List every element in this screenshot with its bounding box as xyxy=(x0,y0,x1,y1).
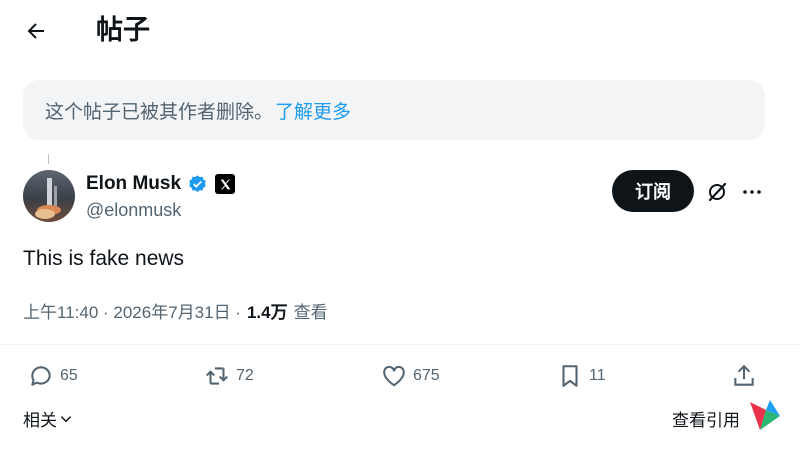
reply-count: 65 xyxy=(60,367,78,384)
arrow-left-icon xyxy=(27,23,44,39)
post-meta: 上午11:40 · 2026年7月31日 · 1.4万 查看 xyxy=(23,298,328,323)
heart-icon xyxy=(383,365,405,387)
view-quotes-link[interactable]: 查看引用 xyxy=(672,406,740,431)
share-icon xyxy=(734,364,754,386)
bookmark-button[interactable]: 11 xyxy=(557,362,606,390)
rocket-image-icon xyxy=(35,178,61,219)
post-timestamp[interactable]: 上午11:40 · 2026年7月31日 · xyxy=(23,298,241,323)
deleted-notice: 这个帖子已被其作者删除。 了解更多 xyxy=(23,80,765,140)
author-name[interactable]: Elon Musk xyxy=(86,173,181,195)
back-button[interactable] xyxy=(18,13,54,49)
post-text: This is fake news xyxy=(23,247,185,270)
reply-icon xyxy=(31,366,51,386)
watermark-logo-icon xyxy=(750,400,780,430)
header: 帖子 xyxy=(0,0,800,62)
like-button[interactable]: 675 xyxy=(381,362,440,390)
divider xyxy=(0,344,800,345)
notice-text: 这个帖子已被其作者删除。 xyxy=(45,101,274,123)
page-title: 帖子 xyxy=(96,15,150,45)
repost-button[interactable]: 72 xyxy=(204,362,254,390)
thread-line xyxy=(48,154,49,164)
grok-icon[interactable] xyxy=(705,180,729,204)
share-button[interactable] xyxy=(731,362,757,390)
chevron-down-icon xyxy=(60,415,72,422)
bookmark-icon xyxy=(562,365,578,387)
related-toggle[interactable]: 相关 xyxy=(23,406,73,431)
learn-more-link[interactable]: 了解更多 xyxy=(275,97,351,124)
more-options-icon[interactable] xyxy=(740,180,764,204)
views-label: 查看 xyxy=(293,303,328,322)
repost-icon xyxy=(205,367,229,385)
avatar[interactable] xyxy=(23,170,75,222)
related-label: 相关 xyxy=(23,411,57,430)
reply-button[interactable]: 65 xyxy=(28,362,78,390)
subscribe-button[interactable]: 订阅 xyxy=(612,170,694,212)
like-count: 675 xyxy=(413,367,440,384)
x-affiliation-icon xyxy=(215,174,236,194)
view-count: 1.4万 xyxy=(246,303,288,322)
author-row: Elon Musk xyxy=(86,171,236,197)
verified-badge-icon xyxy=(189,174,206,192)
author-handle[interactable]: @elonmusk xyxy=(86,200,181,221)
repost-count: 72 xyxy=(236,367,254,384)
bookmark-count: 11 xyxy=(589,367,606,384)
